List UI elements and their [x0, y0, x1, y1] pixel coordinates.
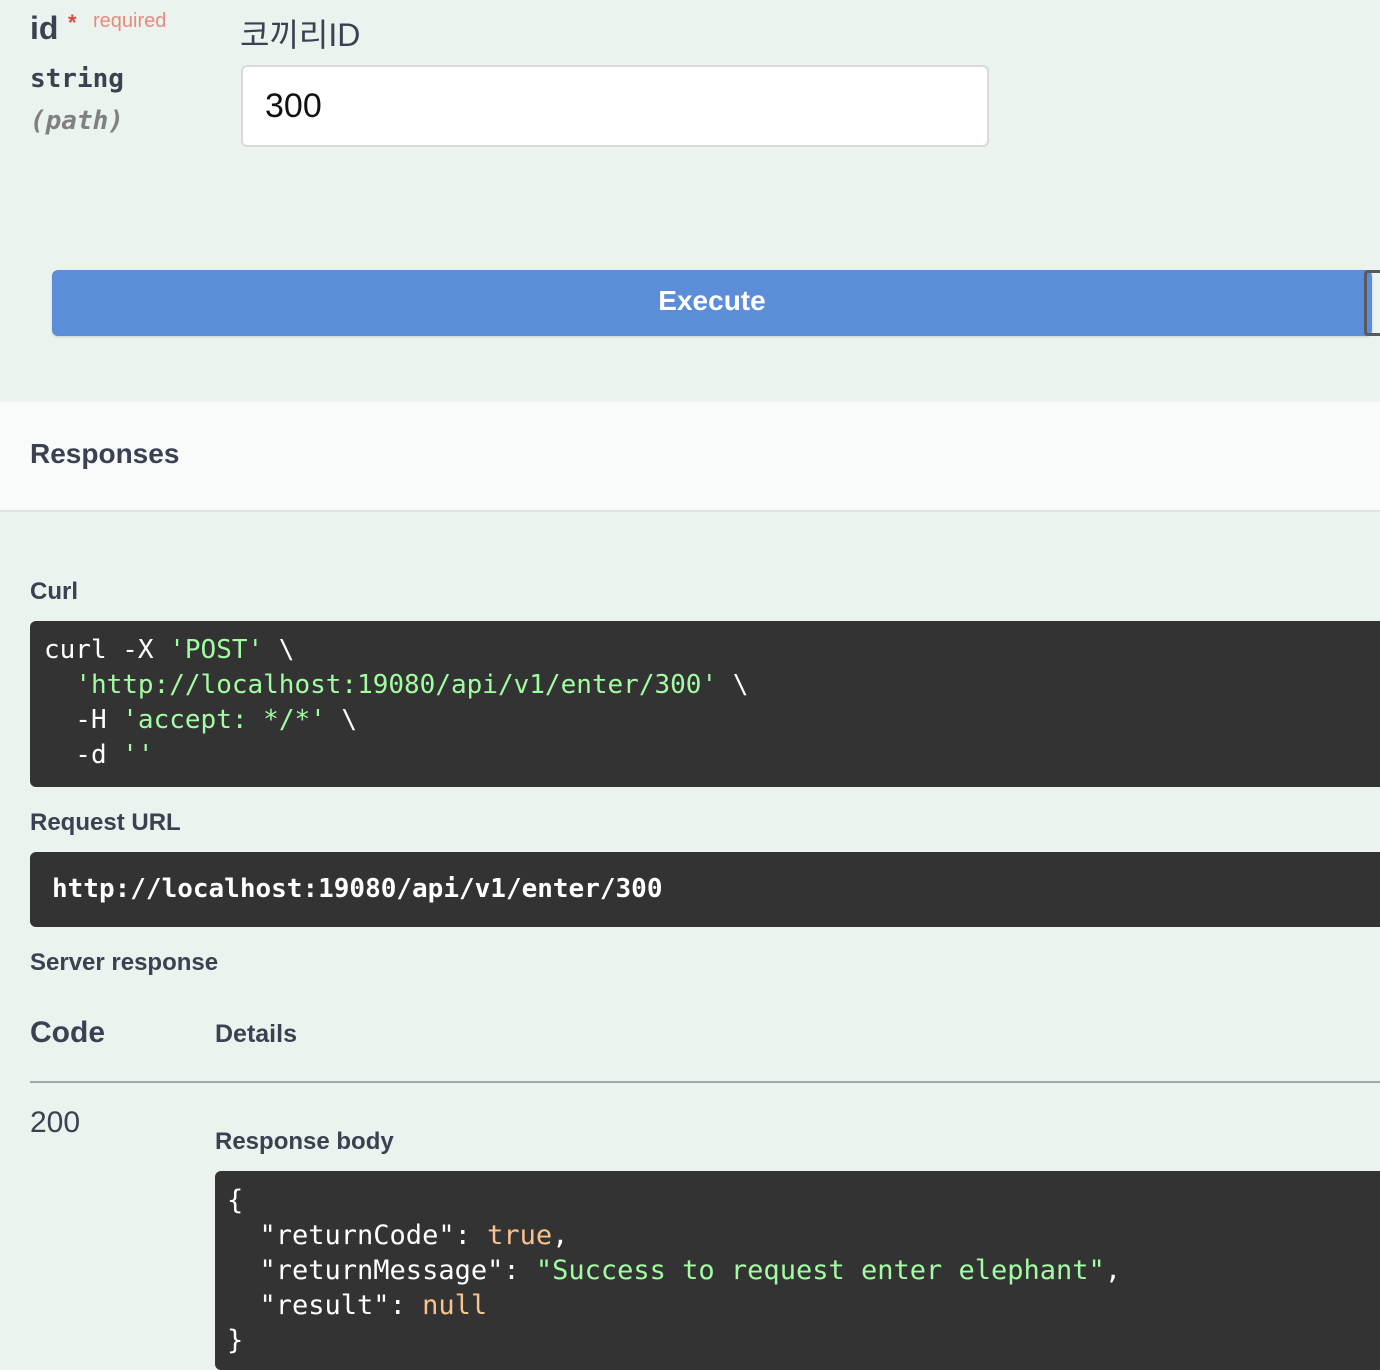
request-url-label: Request URL — [30, 809, 181, 836]
execute-button[interactable]: Execute — [52, 270, 1372, 336]
curl-url: 'http://localhost:19080/api/v1/enter/300… — [75, 670, 718, 700]
json-key-result: "result" — [227, 1290, 390, 1321]
curl-command: curl -X — [44, 635, 170, 665]
curl-continuation: \ — [717, 670, 749, 700]
responses-title: Responses — [30, 438, 180, 469]
request-url-block[interactable]: http://localhost:19080/api/v1/enter/300 — [30, 852, 1380, 927]
details-column-header: Details — [215, 1020, 297, 1048]
required-label: required — [93, 10, 167, 32]
json-key-returncode: "returnCode" — [227, 1220, 455, 1251]
parameter-location: (path) — [30, 106, 124, 136]
curl-label: Curl — [30, 578, 78, 605]
response-body-block[interactable]: { "returnCode": true, "returnMessage": "… — [215, 1171, 1380, 1370]
code-column-header: Code — [30, 1016, 105, 1049]
curl-data-flag: -d — [44, 740, 123, 770]
parameter-description: 코끼리ID — [240, 17, 361, 53]
curl-data-value: '' — [122, 740, 154, 770]
responses-header: Responses — [0, 402, 1380, 512]
clear-button-edge[interactable] — [1364, 270, 1380, 336]
curl-continuation: \ — [325, 705, 358, 735]
parameter-type: string — [30, 64, 124, 94]
json-value-returnmessage: "Success to request enter elephant" — [535, 1255, 1105, 1286]
curl-code-block[interactable]: curl -X 'POST' \ 'http://localhost:19080… — [30, 621, 1380, 787]
curl-method: 'POST' — [169, 635, 264, 665]
id-input[interactable]: 300 — [241, 65, 989, 147]
required-star: * — [68, 10, 77, 35]
response-status-code: 200 — [30, 1106, 81, 1139]
curl-indent — [44, 670, 75, 700]
curl-header-flag: -H — [44, 705, 123, 735]
json-key-returnmessage: "returnMessage" — [227, 1255, 504, 1286]
json-value-returncode: true — [487, 1220, 553, 1251]
parameter-name: id — [30, 10, 59, 46]
curl-continuation: \ — [263, 635, 295, 665]
table-divider — [30, 1081, 1380, 1083]
json-close-brace: } — [227, 1325, 244, 1356]
json-value-result: null — [422, 1290, 488, 1321]
response-body-label: Response body — [215, 1128, 394, 1155]
curl-header-value: 'accept: */*' — [122, 705, 326, 735]
server-response-label: Server response — [30, 949, 219, 976]
json-open-brace: { — [227, 1185, 244, 1216]
